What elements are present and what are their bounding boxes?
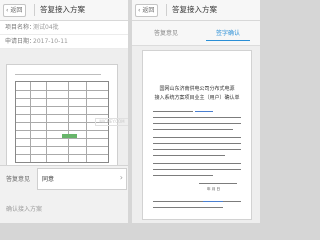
signature-date: 年 月 日 xyxy=(207,187,221,191)
chevron-right-icon: › xyxy=(119,173,123,182)
back-button[interactable]: ‹ 返回 xyxy=(3,4,27,17)
tab-reply-opinion[interactable]: 答复意见 xyxy=(144,28,188,40)
chevron-left-icon: ‹ xyxy=(6,7,9,14)
page-title: 答复接入方案 xyxy=(172,5,217,14)
status-tag xyxy=(62,134,77,138)
back-label: 返回 xyxy=(10,7,23,14)
divider xyxy=(166,4,167,16)
confirmation-document[interactable]: 国网山东济南供电公司分布式电源 接入系统方案项目业主（用户）确认单 年 月 日 xyxy=(142,50,252,220)
project-name-label: 项目名称： xyxy=(5,24,36,31)
tab-bar: 答复意见 签字确认 xyxy=(132,21,260,46)
project-name-row: 项目名称： 测试04批 xyxy=(0,21,128,35)
nav-bar: ‹ 返回 答复接入方案 xyxy=(132,0,260,21)
back-button[interactable]: ‹ 返回 xyxy=(135,4,159,17)
document-heading-2: 接入系统方案项目业主（用户）确认单 xyxy=(154,95,240,101)
screen-left: ‹ 返回 答复接入方案 项目名称： 测试04批 申请日期： 2017-10-11 xyxy=(0,0,128,223)
chevron-left-icon: ‹ xyxy=(138,7,141,14)
apply-date-value: 2017-10-11 xyxy=(33,38,68,45)
reply-sheet: 答复意见 同意 › 确认接入方案 xyxy=(0,165,128,223)
screen-right: ‹ 返回 答复接入方案 答复意见 签字确认 国网山东济南供电公司分布式电源 接入… xyxy=(132,0,260,223)
reply-opinion-select[interactable]: 同意 › xyxy=(37,168,127,190)
apply-date-row: 申请日期： 2017-10-11 xyxy=(0,35,128,49)
tab-sign-confirm[interactable]: 签字确认 xyxy=(206,28,250,41)
document-title-line xyxy=(15,74,101,75)
confirm-plan-label: 确认接入方案 xyxy=(6,206,43,213)
divider xyxy=(34,4,35,16)
filled-name-mark xyxy=(195,111,213,112)
apply-date-label: 申请日期： xyxy=(5,38,36,45)
reply-opinion-label: 答复意见 xyxy=(6,176,31,183)
nav-bar: ‹ 返回 答复接入方案 xyxy=(0,0,128,21)
filled-note-mark xyxy=(203,201,223,202)
reply-opinion-value: 同意 xyxy=(42,176,55,183)
back-label: 返回 xyxy=(142,7,155,14)
project-name-value: 测试04批 xyxy=(33,24,59,31)
page-title: 答复接入方案 xyxy=(40,5,85,14)
document-heading-1: 国网山东济南供电公司分布式电源 xyxy=(159,86,235,92)
watermark: MICHEY.COM xyxy=(95,118,128,126)
